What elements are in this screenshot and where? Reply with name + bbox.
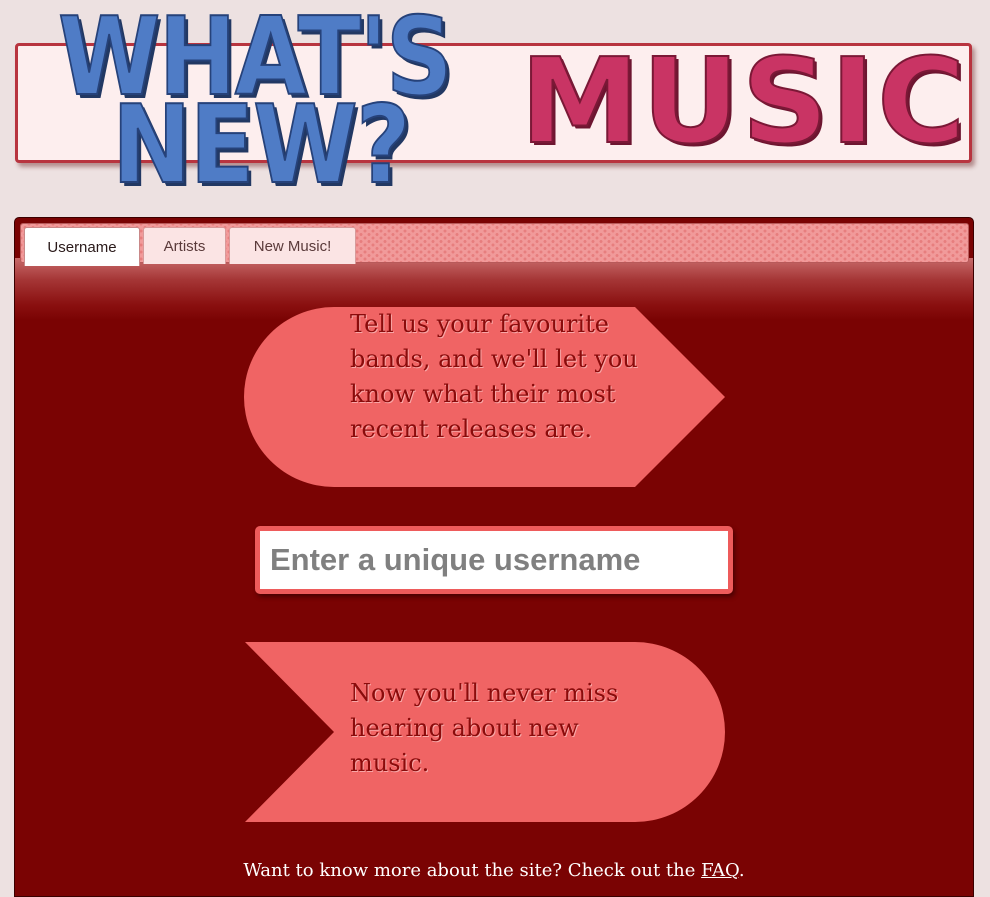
username-field-frame <box>255 526 733 594</box>
tab-artists[interactable]: Artists <box>143 227 226 264</box>
logo-music-text: MUSIC <box>519 32 968 170</box>
tab-username[interactable]: Username <box>24 227 140 266</box>
faq-note: Want to know more about the site? Check … <box>15 860 973 881</box>
faq-link[interactable]: FAQ <box>701 860 739 881</box>
logo-new-text: NEW? <box>111 83 412 208</box>
intro-text: Tell us your favourite bands, and we'll … <box>350 310 638 443</box>
faq-note-prefix: Want to know more about the site? Check … <box>243 860 702 881</box>
intro-bubble: Tell us your favourite bands, and we'll … <box>244 306 726 492</box>
faq-note-suffix: . <box>738 860 745 881</box>
tab-new-music[interactable]: New Music! <box>229 227 356 264</box>
username-input[interactable] <box>260 531 728 589</box>
main-panel: Username Artists New Music! Tell us your… <box>14 217 974 897</box>
outro-bubble: Now you'll never miss hearing about new … <box>244 641 726 827</box>
outro-text: Now you'll never miss hearing about new … <box>350 679 619 777</box>
tab-bar: Username Artists New Music! <box>20 223 969 266</box>
